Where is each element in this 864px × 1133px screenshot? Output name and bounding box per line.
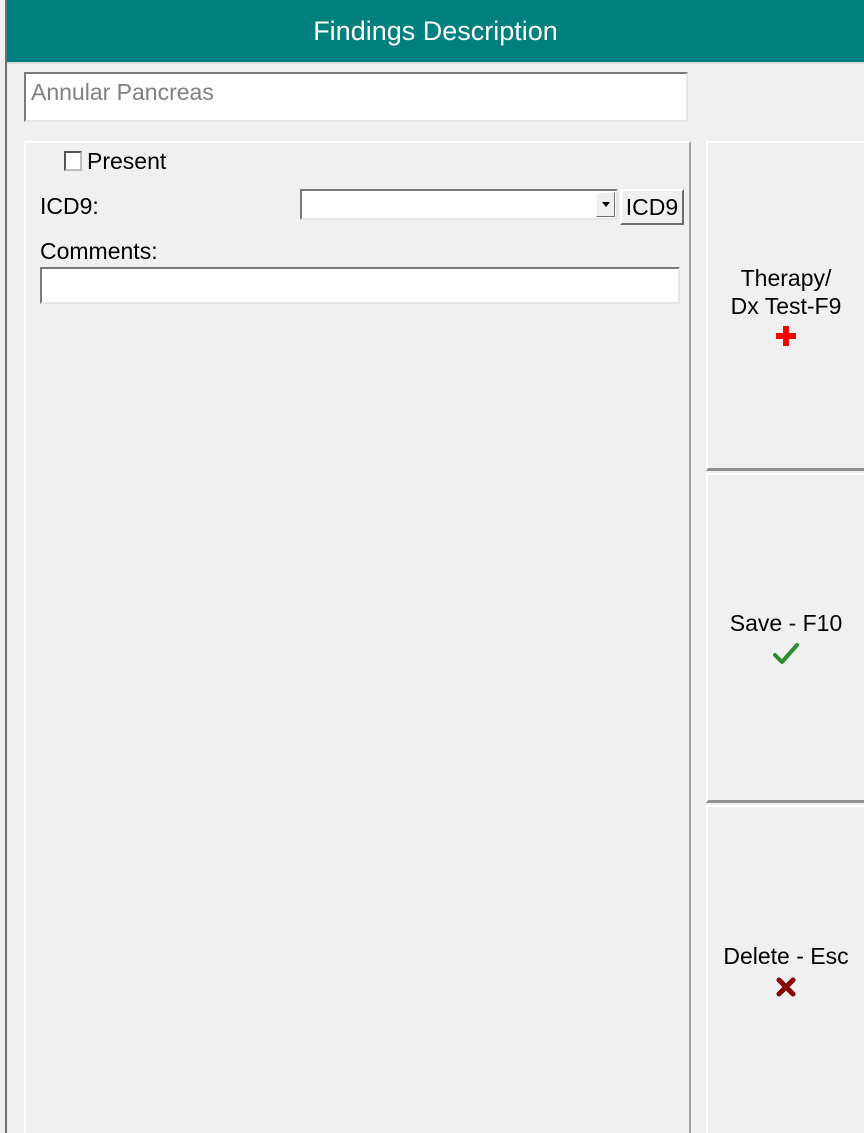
comments-label: Comments: (40, 238, 158, 264)
therapy-dx-test-button[interactable]: Therapy/ Dx Test-F9 (706, 141, 864, 471)
window-left-border (0, 0, 7, 1133)
delete-button[interactable]: Delete - Esc (706, 805, 864, 1133)
red-x-icon (776, 977, 796, 997)
finding-name-text: Annular Pancreas (31, 79, 214, 105)
therapy-button-label: Therapy/ Dx Test-F9 (730, 264, 842, 319)
present-checkbox[interactable] (64, 151, 82, 171)
comments-input[interactable] (40, 267, 680, 304)
icd9-label: ICD9: (40, 193, 99, 219)
save-button[interactable]: Save - F10 (706, 473, 864, 803)
delete-button-label: Delete - Esc (723, 943, 849, 970)
header-bar: Findings Description (7, 0, 864, 64)
red-cross-icon (776, 326, 796, 347)
green-check-icon (773, 643, 799, 665)
save-button-label: Save - F10 (729, 609, 843, 636)
present-label[interactable]: Present (87, 148, 166, 175)
icd9-dropdown[interactable] (300, 189, 618, 220)
finding-name-field[interactable]: Annular Pancreas (24, 72, 688, 122)
page-title: Findings Description (313, 15, 558, 46)
chevron-down-icon[interactable] (596, 192, 615, 217)
icd9-button-label: ICD9 (625, 193, 679, 220)
icd9-lookup-button[interactable]: ICD9 (620, 189, 684, 225)
